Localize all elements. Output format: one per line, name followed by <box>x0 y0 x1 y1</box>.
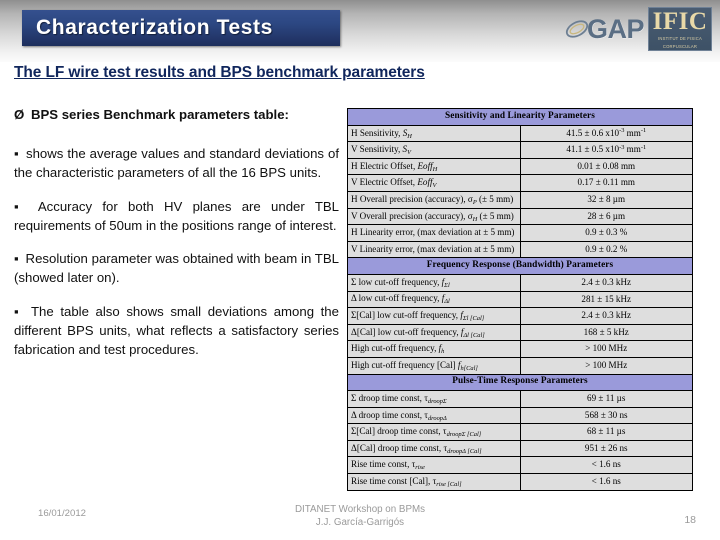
table-row: V Overall precision (accuracy), σH (± 5 … <box>347 207 693 226</box>
parameter-value: 0.17 ± 0.11 mm <box>519 174 693 192</box>
parameter-value: 0.9 ± 0.3 % <box>519 224 693 242</box>
parameter-value: 951 ± 26 ns <box>519 439 693 458</box>
table-row: H Linearity error, (max deviation at ± 5… <box>347 224 693 242</box>
parameter-label: Δ[Cal] low cut-off frequency, fΔl [Cal] <box>347 323 521 342</box>
logo-group: GAP IFIC INSTITUT DE FISICA CORPUSCULAR <box>564 6 712 52</box>
slide-title-plate: Characterization Tests <box>22 10 340 46</box>
parameter-label: Σ droop time const, τdroopΣ <box>347 390 521 408</box>
parameter-value: 32 ± 8 µm <box>519 190 693 209</box>
parameter-value: 168 ± 5 kHz <box>519 323 693 342</box>
ific-logo-text: IFIC <box>652 7 708 35</box>
footer-event: DITANET Workshop on BPMs <box>294 504 426 515</box>
parameter-label: Σ low cut-off frequency, fΣl <box>347 273 521 292</box>
parameter-value: 0.9 ± 0.2 % <box>519 240 693 259</box>
table-row: H Electric Offset, EoffH 0.01 ± 0.08 mm <box>347 157 693 176</box>
table-body: Sensitivity and Linearity Parameters H Se… <box>347 108 693 491</box>
parameter-label: High cut-off frequency [Cal] fh[Cal] <box>347 356 521 375</box>
parameter-label: H Overall precision (accuracy), σP (± 5 … <box>347 190 521 209</box>
table-row: V Linearity error, (max deviation at ± 5… <box>347 240 693 259</box>
table-section-header-row: Frequency Response (Bandwidth) Parameter… <box>347 257 693 275</box>
table-row: H Overall precision (accuracy), σP (± 5 … <box>347 190 693 209</box>
parameter-label: Σ[Cal] droop time const, τdroopΣ [Cal] <box>347 423 521 441</box>
bullet-item: ▪ Resolution parameter was obtained with… <box>14 250 339 288</box>
parameter-label: V Electric Offset, EoffV <box>347 174 521 192</box>
footer-author: J.J. García-Garrigós <box>315 517 405 529</box>
parameter-label: V Sensitivity, SV <box>347 141 521 159</box>
table-row: Σ[Cal] droop time const, τdroopΣ [Cal] 68… <box>347 423 693 441</box>
parameter-value: 2.4 ± 0.3 kHz <box>519 273 693 292</box>
table-row: Σ low cut-off frequency, fΣl 2.4 ± 0.3 kH… <box>347 273 693 292</box>
parameter-label: V Overall precision (accuracy), σH (± 5 … <box>347 207 521 226</box>
page-title: Characterization Tests <box>36 16 273 39</box>
parameter-value: 69 ± 11 µs <box>519 390 693 408</box>
parameter-label: H Linearity error, (max deviation at ± 5… <box>347 224 521 242</box>
footer-center: DITANET Workshop on BPMs J.J. García-Gar… <box>0 503 720 529</box>
table-row: High cut-off frequency, fh > 100 MHz <box>347 340 693 358</box>
gap-logo-text: GAP <box>586 13 645 44</box>
parameter-value: < 1.6 ns <box>519 456 693 475</box>
table-section-header-row: Pulse-Time Response Parameters <box>347 373 693 392</box>
table-row: Σ droop time const, τdroopΣ 69 ± 11 µs <box>347 390 693 408</box>
table-section-header: Frequency Response (Bandwidth) Parameter… <box>347 257 693 275</box>
table-section-header: Pulse-Time Response Parameters <box>347 373 693 392</box>
bullet-text: The table also shows small deviations am… <box>14 304 339 357</box>
table-section-header-row: Sensitivity and Linearity Parameters <box>347 108 693 126</box>
parameter-label: Rise time const [Cal], τrise [Cal] <box>347 473 521 491</box>
table-row: Rise time const, τrise < 1.6 ns <box>347 456 693 475</box>
table-row: H Sensitivity, SH 41.5 ± 0.6 x10-3 mm-1 <box>347 124 693 143</box>
parameter-label: Δ droop time const, τdroopΔ <box>347 406 521 425</box>
bullet-text: shows the average values and standard de… <box>14 145 339 180</box>
table-row: Δ[Cal] low cut-off frequency, fΔl [Cal] 1… <box>347 323 693 342</box>
parameter-label: H Sensitivity, SH <box>347 124 521 143</box>
parameter-value: 41.5 ± 0.6 x10-3 mm-1 <box>519 124 693 143</box>
table-row: Rise time const [Cal], τrise [Cal] < 1.6 … <box>347 473 693 491</box>
parameter-value: 568 ± 30 ns <box>519 406 693 425</box>
parameter-value: 0.01 ± 0.08 mm <box>519 157 693 176</box>
parameter-label: V Linearity error, (max deviation at ± 5… <box>347 240 521 259</box>
parameter-value: > 100 MHz <box>519 340 693 358</box>
bullet-marker: ▪ <box>14 198 26 214</box>
table-section-header: Sensitivity and Linearity Parameters <box>347 108 693 126</box>
table-row: Δ low cut-off frequency, fΔl 281 ± 15 kHz <box>347 290 693 309</box>
table-row: Δ droop time const, τdroopΔ 568 ± 30 ns <box>347 406 693 425</box>
table-row: Σ[Cal] low cut-off frequency, fΣl [Cal] 2… <box>347 307 693 325</box>
table-row: Δ[Cal] droop time const, τdroopΔ [Cal] 95… <box>347 439 693 458</box>
slide-footer: 16/01/2012 DITANET Workshop on BPMs J.J.… <box>0 500 720 540</box>
parameter-value: > 100 MHz <box>519 356 693 375</box>
table-row: V Sensitivity, SV 41.1 ± 0.5 x10-3 mm-1 <box>347 141 693 159</box>
parameter-value: 281 ± 15 kHz <box>519 290 693 309</box>
parameter-value: 41.1 ± 0.5 x10-3 mm-1 <box>519 141 693 159</box>
table-row: V Electric Offset, EoffV 0.17 ± 0.11 mm <box>347 174 693 192</box>
bullet-marker: ▪ <box>14 251 19 267</box>
parameter-label: Σ[Cal] low cut-off frequency, fΣl [Cal] <box>347 307 521 325</box>
bullet-marker: ▪ <box>14 304 22 320</box>
slide-subtitle: The LF wire test results and BPS benchma… <box>14 64 425 81</box>
parameter-label: H Electric Offset, EoffH <box>347 157 521 176</box>
bullet-list: Ø BPS series Benchmark parameters table:… <box>14 106 339 375</box>
ific-logo-subtitle-2: CORPUSCULAR <box>662 43 698 49</box>
parameter-label: Rise time const, τrise <box>347 456 521 475</box>
lead-bullet-item: Ø BPS series Benchmark parameters table: <box>14 106 339 125</box>
bullet-text: Accuracy for both HV planes are under TB… <box>14 198 340 233</box>
ific-logo: IFIC INSTITUT DE FISICA CORPUSCULAR <box>648 7 712 51</box>
ific-logo-subtitle-1: INSTITUT DE FISICA <box>657 35 702 41</box>
gap-logo: GAP <box>564 13 645 45</box>
bullet-item: ▪ The table also shows small deviations … <box>14 303 339 360</box>
parameter-value: 68 ± 11 µs <box>519 423 693 441</box>
bullet-marker: ▪ <box>14 145 19 161</box>
parameter-label: Δ low cut-off frequency, fΔl <box>347 290 521 309</box>
benchmark-parameters-table: Sensitivity and Linearity Parameters H Se… <box>347 108 693 491</box>
parameter-value: < 1.6 ns <box>519 473 693 491</box>
bullet-item: ▪ shows the average values and standard … <box>14 145 339 183</box>
parameter-label: High cut-off frequency, fh <box>347 340 521 358</box>
parameter-label: Δ[Cal] droop time const, τdroopΔ [Cal] <box>347 439 521 458</box>
bullet-text: Resolution parameter was obtained with b… <box>14 251 339 286</box>
parameter-value: 28 ± 6 µm <box>519 207 693 226</box>
parameter-value: 2.4 ± 0.3 kHz <box>519 307 693 325</box>
table-row: High cut-off frequency [Cal] fh[Cal] > 10… <box>347 356 693 375</box>
footer-page-number: 18 <box>684 514 696 526</box>
bullet-item: ▪ Accuracy for both HV planes are under … <box>14 198 339 236</box>
lead-bullet-text: BPS series Benchmark parameters table: <box>30 107 289 122</box>
lead-bullet-marker: Ø <box>14 107 25 122</box>
